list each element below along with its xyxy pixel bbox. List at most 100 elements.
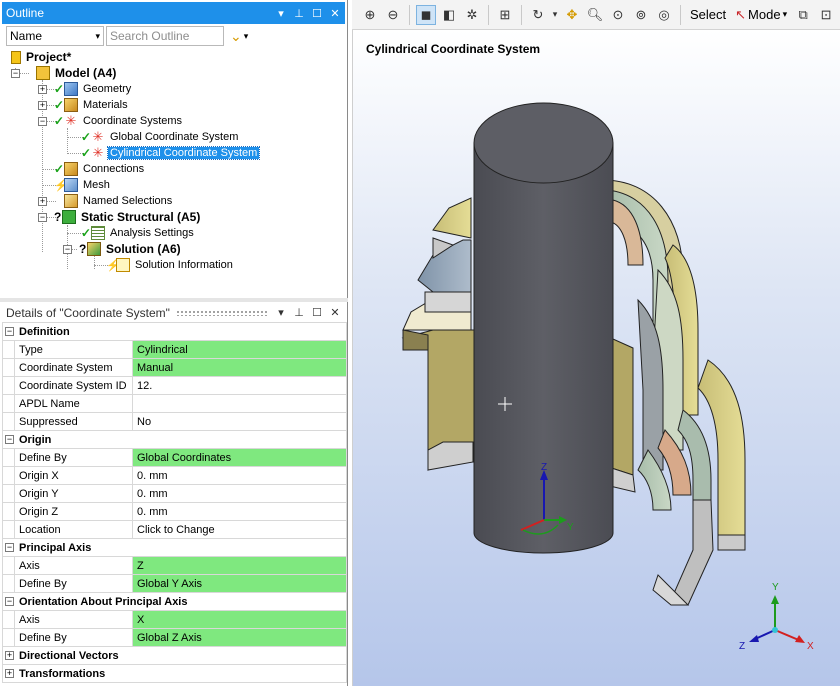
details-row[interactable]: Define By Global Coordinates [2, 448, 347, 467]
chevron-down-icon[interactable]: ▾ [551, 5, 559, 25]
tree-item-static-structural[interactable]: ? Static Structural (A5) [54, 209, 202, 225]
details-row[interactable]: Location Click to Change [2, 520, 347, 539]
expand-icon[interactable]: + [5, 669, 14, 679]
toolbar-separator [488, 4, 489, 25]
collapse-icon[interactable]: − [5, 435, 14, 445]
tree-item-materials[interactable]: ✓ Materials [54, 97, 130, 113]
collapse-icon[interactable]: − [5, 543, 14, 553]
details-indent [2, 484, 15, 503]
collapse-icon[interactable]: − [5, 327, 14, 337]
collapse-icon[interactable]: − [38, 213, 47, 222]
details-row[interactable]: Origin Z 0. mm [2, 502, 347, 521]
outline-filter-combo[interactable]: Name ▾ [6, 26, 104, 46]
select-edge-icon[interactable]: ⊡ [816, 5, 836, 25]
tree-item-cylindrical-coordinate-system[interactable]: ✓ ✳ Cylindrical Coordinate System [81, 145, 261, 161]
collapse-icon[interactable]: − [38, 117, 47, 126]
view-box-icon[interactable]: ⊞ [495, 5, 515, 25]
outline-search-input[interactable] [106, 26, 224, 46]
collapse-icon[interactable]: − [11, 69, 20, 78]
mode-menu[interactable]: ↖ Mode ▾ [732, 7, 790, 23]
details-value[interactable]: 0. mm [132, 484, 347, 503]
tree-item-project[interactable]: Project* [11, 49, 73, 65]
filter-expand-icon[interactable]: ⌄ [230, 28, 242, 45]
tree-item-connections[interactable]: ✓ Connections [54, 161, 146, 177]
collapse-icon[interactable]: − [63, 245, 72, 254]
details-group-header[interactable]: + Directional Vectors [2, 646, 347, 665]
chevron-down-icon[interactable]: ▾ [244, 31, 249, 42]
details-group-header[interactable]: − Definition [2, 322, 347, 341]
collapse-icon[interactable]: − [5, 597, 14, 607]
details-group-header[interactable]: − Orientation About Principal Axis [2, 592, 347, 611]
tree-item-global-coordinate-system[interactable]: ✓ ✳ Global Coordinate System [81, 129, 240, 145]
details-group-header[interactable]: − Principal Axis [2, 538, 347, 557]
details-row[interactable]: Type Cylindrical [2, 340, 347, 359]
tree-item-solution-information[interactable]: ⚡ Solution Information [106, 257, 235, 273]
tree-item-mesh[interactable]: ⚡ Mesh [54, 177, 112, 193]
details-value[interactable]: Global Coordinates [132, 448, 347, 467]
expand-icon[interactable]: + [5, 651, 14, 661]
details-row[interactable]: APDL Name [2, 394, 347, 413]
tree-item-geometry[interactable]: ✓ Geometry [54, 81, 133, 97]
details-row[interactable]: Coordinate System Manual [2, 358, 347, 377]
part-left-steps[interactable] [402, 197, 472, 351]
pan-icon[interactable]: ✥ [562, 5, 582, 25]
details-value[interactable]: 12. [132, 376, 347, 395]
details-value[interactable]: Z [132, 556, 347, 575]
wireframe-icon[interactable]: ◧ [439, 5, 459, 25]
details-row[interactable]: Define By Global Y Axis [2, 574, 347, 593]
details-row[interactable]: Axis Z [2, 556, 347, 575]
expand-icon[interactable]: + [38, 85, 47, 94]
details-value[interactable] [132, 394, 347, 413]
pin-icon[interactable]: ⊥ [291, 305, 307, 321]
select-menu[interactable]: Select [687, 7, 729, 22]
select-vertex-icon[interactable]: ⧉ [793, 5, 813, 25]
details-row[interactable]: Suppressed No [2, 412, 347, 431]
outline-filter-value: Name [10, 29, 43, 43]
outline-panel-header[interactable]: Outline ▾ ⊥ ☐ ✕ [2, 2, 345, 24]
pin-dropdown-icon[interactable]: ▾ [273, 305, 289, 321]
details-value[interactable]: Cylindrical [132, 340, 347, 359]
tree-item-analysis-settings[interactable]: ✓ Analysis Settings [81, 225, 196, 241]
zoom-in-icon[interactable]: ⊕ [360, 5, 380, 25]
tree-item-coordinate-systems[interactable]: ✓ ✳ Coordinate Systems [54, 113, 184, 129]
details-value[interactable]: 0. mm [132, 502, 347, 521]
expand-icon[interactable]: + [38, 197, 47, 206]
tree-item-model[interactable]: Model (A4) [36, 65, 118, 81]
details-value[interactable]: X [132, 610, 347, 629]
pin-icon[interactable]: ⊥ [291, 5, 307, 21]
box-zoom-icon[interactable]: ⊙ [608, 5, 628, 25]
tree-item-named-selections[interactable]: Named Selections [64, 193, 174, 209]
tree-item-solution[interactable]: ? Solution (A6) [79, 241, 183, 257]
details-value[interactable]: No [132, 412, 347, 431]
pin-dropdown-icon[interactable]: ▾ [273, 5, 289, 21]
details-group-header[interactable]: + Transformations [2, 664, 347, 683]
details-row[interactable]: Axis X [2, 610, 347, 629]
expand-icon[interactable]: + [38, 101, 47, 110]
show-vertices-icon[interactable]: ✲ [462, 5, 482, 25]
details-value[interactable]: Global Z Axis [132, 628, 347, 647]
tree-item-label: Project* [26, 50, 72, 64]
graphics-viewport[interactable]: Z Y Y X Z Cylindrical Coordinate System [352, 30, 840, 686]
details-row[interactable]: Define By Global Z Axis [2, 628, 347, 647]
close-icon[interactable]: ✕ [327, 5, 343, 21]
zoom-to-fit-icon[interactable]: ⊚ [631, 5, 651, 25]
magnifier-icon[interactable]: ◎ [654, 5, 674, 25]
details-value[interactable]: Global Y Axis [132, 574, 347, 593]
details-panel-header[interactable]: Details of "Coordinate System" ▾ ⊥ ☐ ✕ [2, 302, 345, 324]
rotate-icon[interactable]: ↻ [528, 5, 548, 25]
zoom-out-icon[interactable]: ⊖ [383, 5, 403, 25]
coordinate-system-icon: ✳ [92, 145, 104, 160]
maximize-icon[interactable]: ☐ [309, 5, 325, 21]
close-icon[interactable]: ✕ [327, 305, 343, 321]
details-row[interactable]: Coordinate System ID 12. [2, 376, 347, 395]
solution-icon [87, 242, 101, 256]
details-row[interactable]: Origin X 0. mm [2, 466, 347, 485]
details-row[interactable]: Origin Y 0. mm [2, 484, 347, 503]
maximize-icon[interactable]: ☐ [309, 305, 325, 321]
details-group-header[interactable]: − Origin [2, 430, 347, 449]
shaded-exterior-icon[interactable]: ◼ [416, 4, 436, 25]
details-value[interactable]: Manual [132, 358, 347, 377]
details-value[interactable]: Click to Change [132, 520, 347, 539]
details-value[interactable]: 0. mm [132, 466, 347, 485]
zoom-icon[interactable]: 🔍︎ [585, 5, 605, 25]
